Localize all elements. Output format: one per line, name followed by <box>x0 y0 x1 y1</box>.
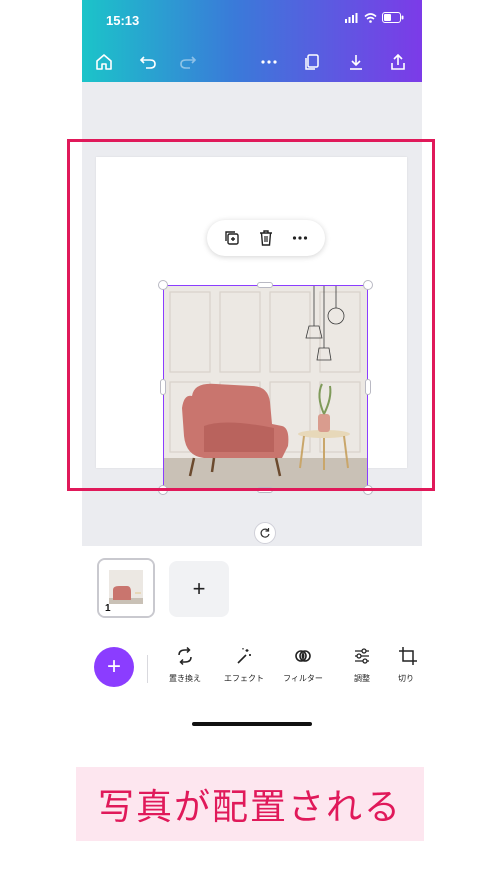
effects-icon <box>237 648 251 664</box>
download-icon <box>350 55 362 70</box>
tool-effects-label: エフェクト <box>224 674 264 683</box>
tool-replace[interactable]: 置き換え <box>155 645 215 684</box>
add-page-button[interactable]: + <box>169 561 229 617</box>
share-button[interactable] <box>386 50 410 74</box>
page-thumbnail-1[interactable]: 1 <box>97 558 155 618</box>
signal-icon <box>345 12 358 23</box>
toolbar-divider <box>147 655 148 683</box>
pages-icon <box>305 54 319 70</box>
tool-crop-label: 切り <box>398 674 414 683</box>
caption-text: 写真が配置される <box>97 786 402 827</box>
tool-filter-label: フィルター <box>283 674 323 683</box>
download-button[interactable] <box>344 50 368 74</box>
undo-button[interactable] <box>136 50 160 74</box>
tool-replace-label: 置き換え <box>169 674 201 683</box>
pages-button[interactable] <box>300 50 324 74</box>
wifi-icon <box>364 12 377 23</box>
status-icons <box>345 12 404 23</box>
tool-effects[interactable]: エフェクト <box>214 645 274 684</box>
home-indicator <box>192 722 312 726</box>
redo-icon <box>180 56 197 69</box>
undo-icon <box>139 56 156 69</box>
top-toolbar: 15:13 <box>82 0 422 82</box>
replace-icon <box>178 646 192 666</box>
add-element-button[interactable]: + <box>94 647 134 687</box>
more-icon <box>261 60 277 64</box>
rotate-icon <box>260 528 270 538</box>
redo-button[interactable] <box>176 50 200 74</box>
bottom-toolbar: + 置き換え エフェクト フィルター 調整 切り <box>82 635 422 695</box>
battery-icon <box>382 12 404 23</box>
highlight-frame <box>67 139 435 491</box>
filter-icon <box>295 650 311 662</box>
rotate-handle[interactable] <box>254 522 276 544</box>
tool-adjust[interactable]: 調整 <box>332 645 392 684</box>
home-button[interactable] <box>92 50 116 74</box>
status-time: 15:13 <box>106 13 140 28</box>
page-thumbnails: 1 + <box>82 546 422 632</box>
adjust-icon <box>355 648 369 664</box>
tool-filter[interactable]: フィルター <box>273 645 333 684</box>
page-number: 1 <box>105 603 111 614</box>
share-icon <box>391 53 405 70</box>
caption-banner: 写真が配置される <box>76 767 424 841</box>
more-button[interactable] <box>257 50 281 74</box>
crop-icon <box>399 647 417 665</box>
home-icon <box>96 54 112 70</box>
tool-adjust-label: 調整 <box>354 674 370 683</box>
tool-crop[interactable]: 切り <box>388 645 422 684</box>
